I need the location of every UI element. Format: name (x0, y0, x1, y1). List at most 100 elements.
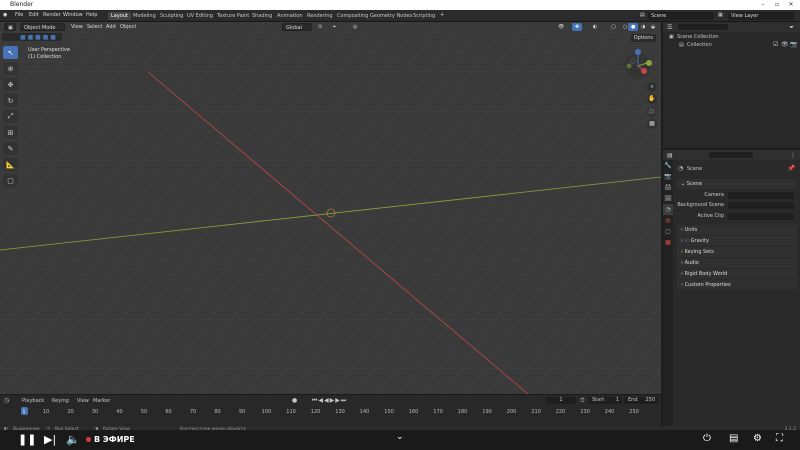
start-frame-field[interactable]: Start 1 (588, 397, 622, 404)
filter-icon[interactable]: ⏷ (789, 24, 794, 32)
camera-field[interactable] (728, 192, 794, 199)
timeline-editor-icon[interactable]: ◷ (4, 397, 9, 404)
preview-range-icon[interactable]: ⏱ (580, 397, 585, 405)
world-tab-icon[interactable]: ◍ (663, 215, 673, 226)
close-icon[interactable]: ✕ (784, 0, 798, 10)
tab-rendering[interactable]: Rendering (304, 12, 336, 20)
annotate-tool-icon[interactable]: ✎ (3, 142, 18, 155)
navigation-gizmo[interactable] (622, 46, 660, 86)
menu-file[interactable]: File (15, 12, 23, 18)
properties-options-icon[interactable]: ⋮ (790, 152, 796, 159)
custom-properties-panel[interactable]: › Custom Properties (677, 280, 797, 290)
settings-gear-icon[interactable]: ⚙ (753, 433, 762, 444)
audio-panel[interactable]: › Audio (677, 258, 797, 268)
mode-selector[interactable]: Object Mode (20, 23, 65, 31)
menu-help[interactable]: Help (86, 12, 97, 18)
tab-geometry-nodes[interactable]: Geometry Nodes (367, 12, 415, 20)
timeline-menu-view[interactable]: View (77, 398, 89, 404)
tab-texture-paint[interactable]: Texture Paint (214, 12, 252, 20)
texture-tab-icon[interactable]: ▦ (663, 237, 673, 248)
shading-solid-icon[interactable]: ● (628, 23, 639, 31)
tab-layout[interactable]: Layout (108, 12, 131, 20)
zoom-icon[interactable]: ⌕ (647, 82, 657, 92)
menu-window[interactable]: Window (63, 12, 83, 18)
transform-tool-icon[interactable]: ⊞ (3, 126, 18, 139)
visibility-icon[interactable]: 👁 (555, 23, 567, 31)
tab-uv-editing[interactable]: UV Editing (184, 12, 216, 20)
minimize-icon[interactable]: – (756, 0, 770, 10)
scene-collection-label[interactable]: Scene Collection (677, 34, 719, 40)
toggle-icon[interactable]: ⏻ (703, 433, 711, 444)
collection-checkbox[interactable]: ☑ (773, 41, 778, 48)
keying-sets-panel[interactable]: › Keying Sets (677, 247, 797, 257)
move-tool-icon[interactable]: ✥ (3, 78, 18, 91)
gizmo-toggle-icon[interactable]: ✥ (572, 23, 583, 31)
scale-tool-icon[interactable]: ⤢ (3, 110, 18, 123)
menu-edit[interactable]: Edit (29, 12, 39, 18)
tab-sculpting[interactable]: Sculpting (157, 12, 186, 20)
collection-render-icon[interactable]: 📷 (790, 41, 797, 48)
select-tool-icon[interactable]: ↖ (3, 46, 18, 59)
rigid-body-world-panel[interactable]: › Rigid Body World (677, 269, 797, 279)
xray-icon[interactable]: ▢ (608, 23, 619, 31)
camera-view-icon[interactable]: 🎥 (647, 107, 657, 117)
menu-render[interactable]: Render (43, 12, 61, 18)
add-cube-tool-icon[interactable]: ▢ (3, 174, 18, 187)
measure-tool-icon[interactable]: 📐 (3, 158, 18, 171)
render-tab-icon[interactable]: 📷 (663, 171, 673, 182)
timeline-menu-keying[interactable]: Keying (52, 398, 69, 404)
blender-logo-icon[interactable]: ◉ (3, 12, 7, 18)
rotate-tool-icon[interactable]: ↻ (3, 94, 18, 107)
shading-material-icon[interactable]: ◑ (638, 23, 648, 31)
next-icon[interactable]: ▶| (44, 433, 56, 446)
viewport-menu-object[interactable]: Object (117, 23, 139, 31)
view-layer-tab-icon[interactable]: 🖼 (663, 193, 673, 204)
timeline[interactable]: ◷ Playback Keying View Marker ● ⏮◀◀▶▶⏭ 1… (0, 394, 661, 426)
pause-icon[interactable]: ❚❚ (18, 433, 36, 446)
view-layer-icon[interactable]: ▦ (718, 12, 723, 18)
properties-search-input[interactable] (709, 152, 753, 158)
tab-scripting[interactable]: Scripting (410, 12, 438, 20)
add-workspace-icon[interactable]: + (440, 12, 444, 18)
record-icon[interactable]: ● (292, 397, 297, 404)
tab-animation[interactable]: Animation (274, 12, 306, 20)
properties-editor-icon[interactable]: ▤ (667, 152, 673, 159)
tab-compositing[interactable]: Compositing (334, 12, 371, 20)
tool-tab-icon[interactable]: 🔧 (663, 160, 673, 171)
subtitles-icon[interactable]: ▤ (729, 433, 738, 444)
playback-controls[interactable]: ⏮◀◀▶▶⏭ (312, 397, 347, 405)
timeline-menu-marker[interactable]: Marker (93, 398, 110, 404)
gravity-panel[interactable]: › ☑ Gravity (677, 236, 797, 246)
outliner-search-input[interactable] (678, 24, 728, 30)
fullscreen-icon[interactable]: ⛶ (776, 433, 783, 444)
pan-hand-icon[interactable]: ✋ (647, 94, 657, 104)
proportional-edit-icon[interactable]: ◎ (350, 23, 360, 31)
outliner-editor-icon[interactable]: ☰ (667, 24, 672, 31)
chevron-down-icon[interactable]: ⌄ (396, 432, 404, 442)
snap-icon[interactable]: ⌖ (330, 23, 339, 31)
scene-panel-header[interactable]: ⌄ Scene (677, 179, 797, 189)
pin-icon[interactable]: 📌 (788, 165, 795, 172)
tab-shading[interactable]: Shading (249, 12, 275, 20)
collection-label[interactable]: Collection (687, 42, 712, 48)
collection-visibility-icon[interactable]: 👁 (781, 41, 789, 48)
scene-tab-icon[interactable]: ◔ (663, 204, 673, 215)
editor-type-icon[interactable]: ▣ (4, 23, 16, 31)
active-clip-field[interactable] (728, 213, 794, 220)
live-indicator[interactable]: В ЭФИРЕ (86, 435, 135, 444)
maximize-icon[interactable]: ▫ (770, 0, 784, 10)
gravity-checkbox[interactable]: ☑ (685, 238, 689, 244)
timeline-menu-playback[interactable]: Playback (22, 398, 44, 404)
background-scene-field[interactable] (728, 202, 794, 209)
cursor-tool-icon[interactable]: ⊕ (3, 62, 18, 75)
volume-icon[interactable]: 🔈 (66, 433, 80, 446)
shading-rendered-icon[interactable]: ◒ (648, 23, 658, 31)
scene-icon[interactable]: ▤ (640, 12, 645, 18)
selection-mode-icons[interactable]: ■ ■ ■ ■ ■ (20, 34, 56, 41)
options-dropdown[interactable]: Options (630, 34, 656, 42)
scene-selector[interactable]: Scene (648, 12, 714, 20)
orientation-selector[interactable]: Global (282, 23, 312, 31)
pivot-icon[interactable]: ⊙ (315, 23, 325, 31)
output-tab-icon[interactable]: 🖨 (663, 182, 673, 193)
end-frame-field[interactable]: End 250 (624, 397, 658, 404)
